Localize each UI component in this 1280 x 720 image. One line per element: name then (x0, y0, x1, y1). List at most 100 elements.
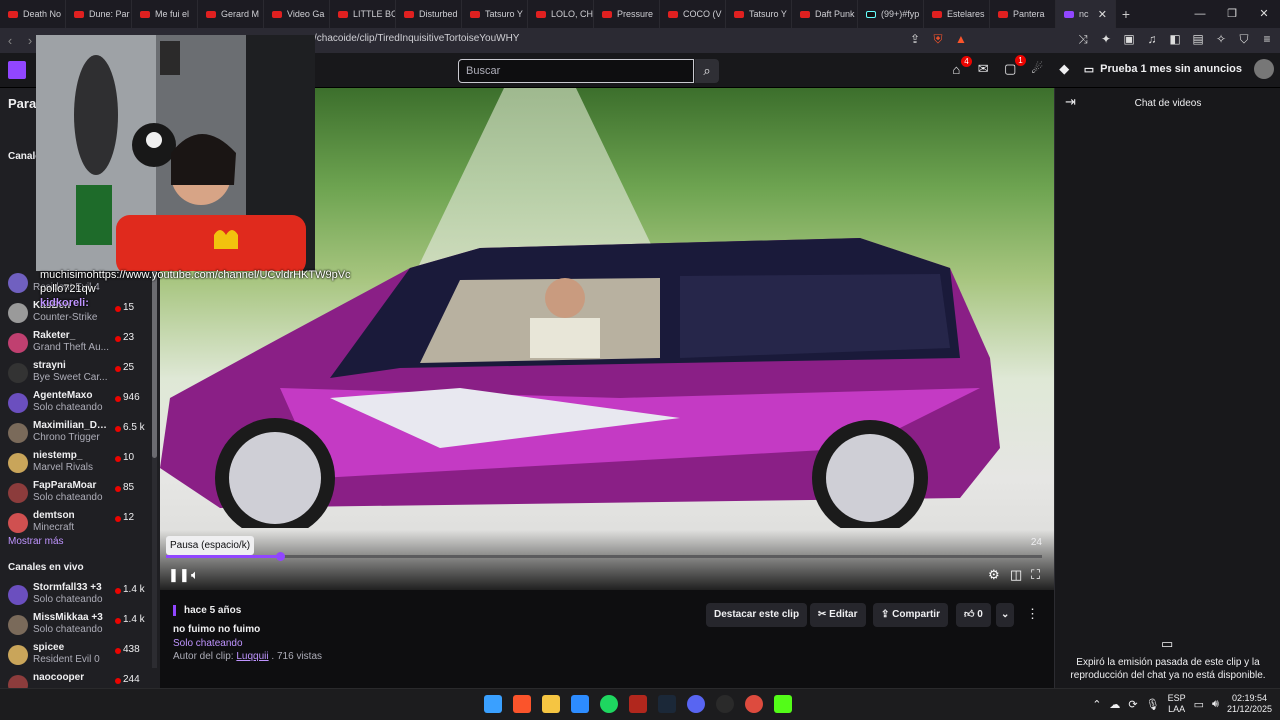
more-reactions-button[interactable]: ⌄ (996, 603, 1015, 627)
feature-clip-button[interactable]: Destacar este clip (706, 603, 808, 627)
wallet-icon[interactable]: ▤ (1191, 32, 1205, 47)
browser-tab[interactable]: Disturbed (396, 0, 462, 28)
close-tab-icon[interactable]: ✕ (1098, 8, 1107, 21)
brave-icon[interactable] (513, 695, 531, 713)
vpn-icon[interactable]: ⛉ (1237, 32, 1251, 47)
language-indicator[interactable]: ESP LAA (1168, 693, 1186, 715)
theatre-mode-icon[interactable]: ◫ (1010, 567, 1022, 583)
share-button[interactable]: ⇪ Compartir (873, 603, 948, 627)
bits-icon[interactable]: ☄ (1030, 61, 1045, 77)
chrome-icon[interactable] (745, 695, 763, 713)
network-icon[interactable]: ▭ (1194, 698, 1204, 711)
browser-tab[interactable]: Daft Punk (792, 0, 858, 28)
tab-favicon-icon (404, 10, 414, 18)
edit-button[interactable]: ✂ Editar (810, 603, 866, 627)
tray-app-icon[interactable]: ⟳ (1128, 698, 1137, 711)
speaker-icon[interactable]: 🔊︎ (1212, 698, 1219, 711)
timer-app-icon[interactable] (716, 695, 734, 713)
clip-category-link[interactable]: Solo chateando (173, 638, 243, 649)
sidebar-channel-item[interactable]: MissMikkaa +3 Solo chateando 1.4 k (0, 610, 152, 640)
drops-icon[interactable]: ◆ (1057, 61, 1072, 77)
extensions-icon[interactable]: ✦ (1099, 32, 1113, 47)
translate-icon[interactable]: ⤨ (1076, 32, 1090, 47)
discord-icon[interactable] (687, 695, 705, 713)
seek-bar[interactable] (166, 552, 1042, 561)
brave-rewards-icon[interactable]: ▲ (954, 32, 968, 47)
browser-tab[interactable]: Death No (0, 0, 66, 28)
start-icon[interactable] (484, 695, 502, 713)
seek-bar-handle[interactable] (275, 552, 285, 561)
sidebar-channel-item[interactable]: Maximilian_DO... Chrono Trigger 6.5 k (0, 418, 152, 448)
show-more-link[interactable]: Mostrar más (8, 536, 64, 547)
sidebar-channel-item[interactable]: niestemp_ Marvel Rivals 10 (0, 448, 152, 478)
ad-free-icon: ▭ (1083, 63, 1095, 76)
url-field[interactable]: /chacoide/clip/TiredInquisitiveTortoiseY… (314, 33, 519, 44)
kick-icon[interactable] (774, 695, 792, 713)
back-icon[interactable]: ‹ (0, 33, 20, 48)
author-link[interactable]: Luqquii (236, 651, 268, 662)
sidebar-channel-item[interactable]: naocooper 244 (0, 670, 152, 688)
sidebar-channel-item[interactable]: Raketer_ Grand Theft Au... 23 (0, 328, 152, 358)
mail-icon[interactable]: ✉ (976, 61, 991, 77)
menu-icon[interactable]: ≡ (1260, 32, 1274, 47)
channel-avatar (8, 513, 28, 533)
file-explorer-icon[interactable] (542, 695, 560, 713)
live-channels-heading: Canales en vivo (8, 562, 84, 573)
steam-icon[interactable] (658, 695, 676, 713)
webcam-chat-overlay: muchisimohttps://www.youtube.com/channel… (40, 268, 351, 310)
search-input[interactable]: Buscar (458, 59, 694, 83)
browser-tab[interactable]: (99+)#fyp (858, 0, 924, 28)
microphone-icon[interactable]: 🎙︎ (1146, 698, 1160, 711)
sidebar-channel-item[interactable]: AgenteMaxo Solo chateando 946 (0, 388, 152, 418)
screenshot-icon[interactable]: ▣ (1122, 32, 1136, 47)
media-icon[interactable]: ♫ (1145, 32, 1159, 47)
minimize-icon[interactable]: — (1184, 0, 1216, 28)
search-icon[interactable]: ⌕ (695, 59, 719, 83)
browser-tab[interactable]: LITTLE BO (330, 0, 396, 28)
brave-shield-icon[interactable]: ⛨ (931, 32, 945, 47)
whispers-icon[interactable]: ▢ 1 (1003, 55, 1026, 77)
leo-icon[interactable]: ✧ (1214, 32, 1228, 47)
pause-icon[interactable]: ❚❚ (168, 567, 190, 583)
browser-tab[interactable]: Gerard M (198, 0, 264, 28)
sidebar-channel-item[interactable]: FapParaMoar Solo chateando 85 (0, 478, 152, 508)
browser-tab[interactable]: Pressure (594, 0, 660, 28)
inbox-icon[interactable]: ⌂ 4 (949, 55, 972, 77)
volume-icon[interactable]: 🔈︎ (191, 567, 199, 583)
new-tab-icon[interactable]: + (1116, 6, 1136, 22)
twitch-logo-icon[interactable] (8, 61, 26, 79)
browser-tab[interactable]: nc ✕ (1056, 0, 1116, 28)
sidebar-channel-item[interactable]: Stormfall33 +3 Solo chateando 1.4 k (0, 580, 152, 610)
clock[interactable]: 02:19:54 21/12/2025 (1227, 693, 1272, 715)
bing-icon[interactable] (571, 695, 589, 713)
live-dot-icon (115, 618, 121, 624)
browser-tab[interactable]: Tatsuro Y (462, 0, 528, 28)
browser-tab[interactable]: COCO (V (660, 0, 726, 28)
tab-favicon-icon (206, 10, 216, 18)
browser-tab[interactable]: Dune: Par (66, 0, 132, 28)
close-window-icon[interactable]: ✕ (1248, 0, 1280, 28)
tab-favicon-icon (74, 10, 84, 18)
browser-tab[interactable]: Video Ga (264, 0, 330, 28)
browser-tab[interactable]: Estelares (924, 0, 990, 28)
more-options-icon[interactable]: ⋮ (1026, 606, 1039, 622)
browser-tab[interactable]: LOLO, CH (528, 0, 594, 28)
fullscreen-icon[interactable]: ⛶ (1031, 567, 1040, 583)
media-app-icon[interactable] (629, 695, 647, 713)
prime-trial-button[interactable]: ▭ Prueba 1 mes sin anuncios (1084, 63, 1242, 76)
sidebar-toggle-icon[interactable]: ◧ (1168, 32, 1182, 47)
sidebar-channel-item[interactable]: demtson Minecraft 12 (0, 508, 152, 538)
share-page-icon[interactable]: ⇪ (908, 32, 922, 47)
user-avatar[interactable] (1254, 59, 1274, 79)
onedrive-icon[interactable]: ☁ (1109, 698, 1120, 711)
sidebar-channel-item[interactable]: spicee Resident Evil 0 438 (0, 640, 152, 670)
settings-icon[interactable]: ⚙ (988, 567, 1000, 583)
browser-tab[interactable]: Me fui el (132, 0, 198, 28)
browser-tab[interactable]: Tatsuro Y (726, 0, 792, 28)
restore-icon[interactable]: ❐ (1216, 0, 1248, 28)
like-button[interactable]: 👍︎ 0 (956, 603, 991, 627)
sidebar-channel-item[interactable]: strayni Bye Sweet Car... 25 (0, 358, 152, 388)
spotify-icon[interactable] (600, 695, 618, 713)
browser-tab[interactable]: Pantera (990, 0, 1056, 28)
tray-chevron-icon[interactable]: ⌃ (1092, 698, 1101, 711)
